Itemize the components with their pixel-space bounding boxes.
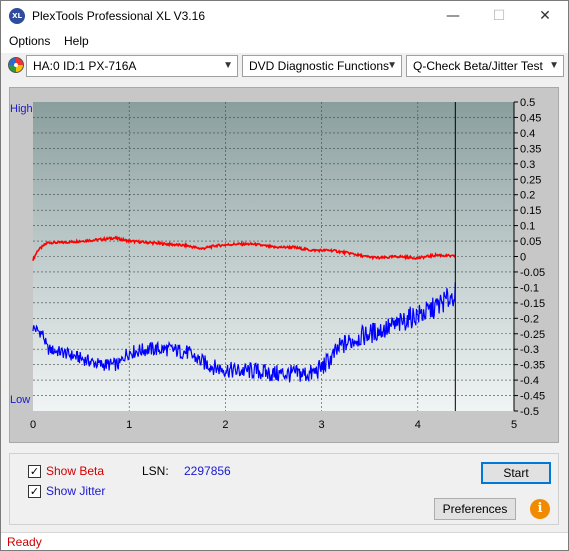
drive-select-value: HA:0 ID:1 PX-716A bbox=[33, 59, 137, 73]
status-text: Ready bbox=[7, 535, 42, 549]
x-tick-label: 0 bbox=[30, 419, 36, 431]
y-tick-label: -0.2 bbox=[520, 313, 539, 325]
show-jitter-label[interactable]: Show Jitter bbox=[46, 484, 105, 498]
y-tick-label: -0.3 bbox=[520, 344, 539, 356]
show-beta-label[interactable]: Show Beta bbox=[46, 464, 104, 478]
chart-panel: 0.5 0.45 0.4 0.35 0.3 0.25 0.2 0.15 0.1 0.05 0 -0.0… bbox=[9, 87, 559, 443]
y-axis-high-label: High bbox=[10, 103, 33, 115]
lsn-label: LSN: bbox=[142, 464, 169, 478]
app-icon: XL bbox=[9, 8, 25, 24]
menu-options[interactable]: Options bbox=[9, 34, 50, 48]
y-tick-label: -0.45 bbox=[520, 391, 545, 403]
info-icon[interactable]: i bbox=[530, 499, 550, 519]
close-button[interactable]: ✕ bbox=[522, 1, 568, 31]
show-jitter-checkbox[interactable]: ✓ bbox=[28, 485, 41, 498]
status-bar: Ready bbox=[1, 532, 568, 550]
x-tick-label: 3 bbox=[319, 419, 325, 431]
menu-help[interactable]: Help bbox=[64, 34, 89, 48]
y-tick-label: 0.2 bbox=[520, 190, 535, 202]
beta-jitter-chart: 0.5 0.45 0.4 0.35 0.3 0.25 0.2 0.15 0.1 0.05 0 -0.0… bbox=[10, 97, 545, 431]
test-select-value: Q-Check Beta/Jitter Test bbox=[413, 59, 543, 73]
menu-bar: Options Help bbox=[1, 31, 568, 53]
show-beta-checkbox[interactable]: ✓ bbox=[28, 465, 41, 478]
y-tick-label: 0.1 bbox=[520, 221, 535, 233]
y-tick-label: 0.4 bbox=[520, 128, 535, 140]
y-tick-label: 0.35 bbox=[520, 143, 541, 155]
y-tick-label: -0.5 bbox=[520, 406, 539, 418]
preferences-button[interactable]: Preferences bbox=[434, 498, 516, 520]
start-button[interactable]: Start bbox=[481, 462, 551, 484]
y-tick-label: -0.35 bbox=[520, 360, 545, 372]
lsn-value: 2297856 bbox=[184, 464, 231, 478]
controls-panel: ✓ Show Beta ✓ Show Jitter LSN: 2297856 S… bbox=[9, 453, 559, 525]
y-tick-label: -0.4 bbox=[520, 375, 539, 387]
y-axis-low-label: Low bbox=[10, 394, 30, 406]
window-title: PlexTools Professional XL V3.16 bbox=[32, 9, 205, 23]
y-tick-label: -0.05 bbox=[520, 267, 545, 279]
x-tick-label: 4 bbox=[415, 419, 421, 431]
y-tick-label: 0.5 bbox=[520, 97, 535, 109]
y-tick-label: -0.1 bbox=[520, 282, 539, 294]
maximize-button[interactable]: ☐ bbox=[476, 1, 522, 31]
chevron-down-icon: ▼ bbox=[387, 60, 397, 71]
toolbar: HA:0 ID:1 PX-716A ▼ DVD Diagnostic Funct… bbox=[1, 53, 568, 79]
y-tick-label: 0.15 bbox=[520, 205, 541, 217]
title-bar: XL PlexTools Professional XL V3.16 — ☐ ✕ bbox=[1, 1, 568, 31]
y-tick-label: -0.25 bbox=[520, 329, 545, 341]
y-tick-label: 0.05 bbox=[520, 236, 541, 248]
y-tick-label: 0 bbox=[520, 252, 526, 264]
x-tick-label: 1 bbox=[126, 419, 132, 431]
x-tick-label: 5 bbox=[511, 419, 517, 431]
chevron-down-icon: ▼ bbox=[549, 60, 559, 71]
app-window: XL PlexTools Professional XL V3.16 — ☐ ✕… bbox=[0, 0, 569, 551]
function-select[interactable]: DVD Diagnostic Functions ▼ bbox=[242, 55, 402, 77]
chevron-down-icon: ▼ bbox=[223, 60, 233, 71]
y-tick-label: 0.3 bbox=[520, 159, 535, 171]
function-select-value: DVD Diagnostic Functions bbox=[249, 59, 390, 73]
x-tick-label: 2 bbox=[222, 419, 228, 431]
minimize-button[interactable]: — bbox=[430, 1, 476, 31]
y-tick-label: -0.15 bbox=[520, 298, 545, 310]
y-tick-label: 0.25 bbox=[520, 174, 541, 186]
y-tick-label: 0.45 bbox=[520, 112, 541, 124]
test-select[interactable]: Q-Check Beta/Jitter Test ▼ bbox=[406, 55, 564, 77]
drive-select[interactable]: HA:0 ID:1 PX-716A ▼ bbox=[26, 55, 238, 77]
